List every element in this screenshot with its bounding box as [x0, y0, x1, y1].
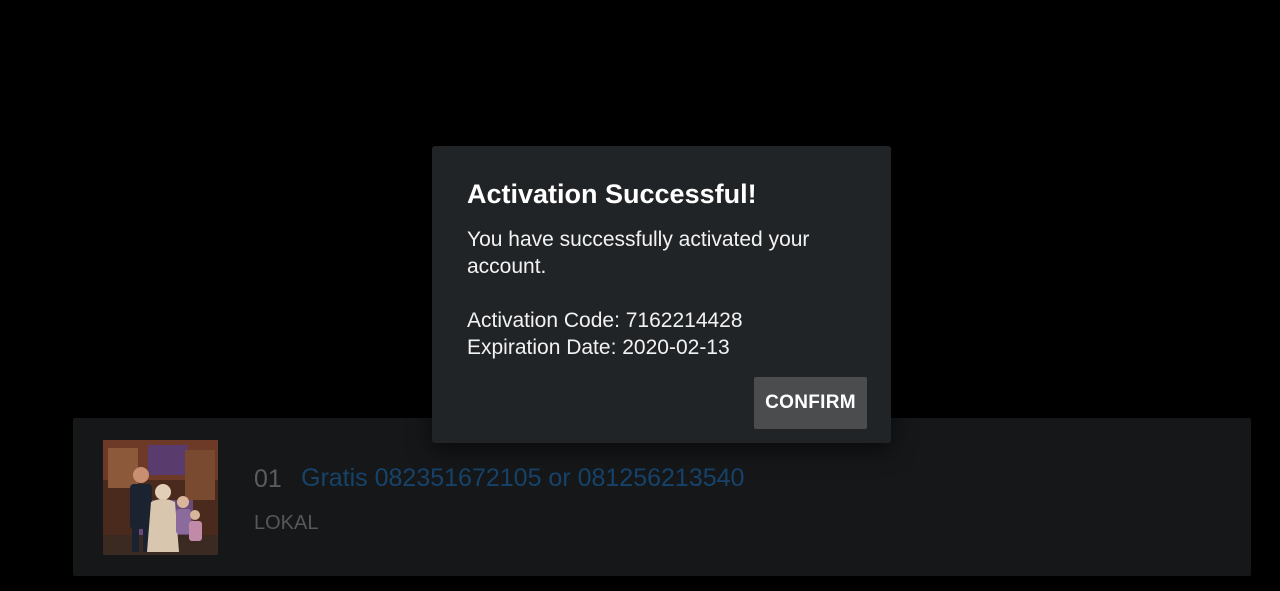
channel-category: LOKAL	[254, 512, 319, 534]
dialog-message-body: You have successfully activated your acc…	[467, 226, 862, 361]
channel-thumbnail	[103, 440, 218, 555]
screen: 01 Gratis 082351672105 or 081256213540 L…	[0, 0, 1280, 591]
family-photo-image	[103, 440, 218, 555]
expiration-date: Expiration Date: 2020-02-13	[467, 336, 730, 359]
channel-name: Gratis 082351672105 or 081256213540	[301, 464, 745, 492]
dialog-title: Activation Successful!	[467, 179, 757, 209]
dialog-spacer	[467, 280, 862, 307]
dialog-message: You have successfully activated your acc…	[467, 228, 810, 278]
channel-number: 01	[254, 465, 282, 493]
activation-dialog: Activation Successful! You have successf…	[432, 146, 891, 443]
activation-code: Activation Code: 7162214428	[467, 309, 743, 332]
confirm-button[interactable]: CONFIRM	[754, 377, 867, 429]
